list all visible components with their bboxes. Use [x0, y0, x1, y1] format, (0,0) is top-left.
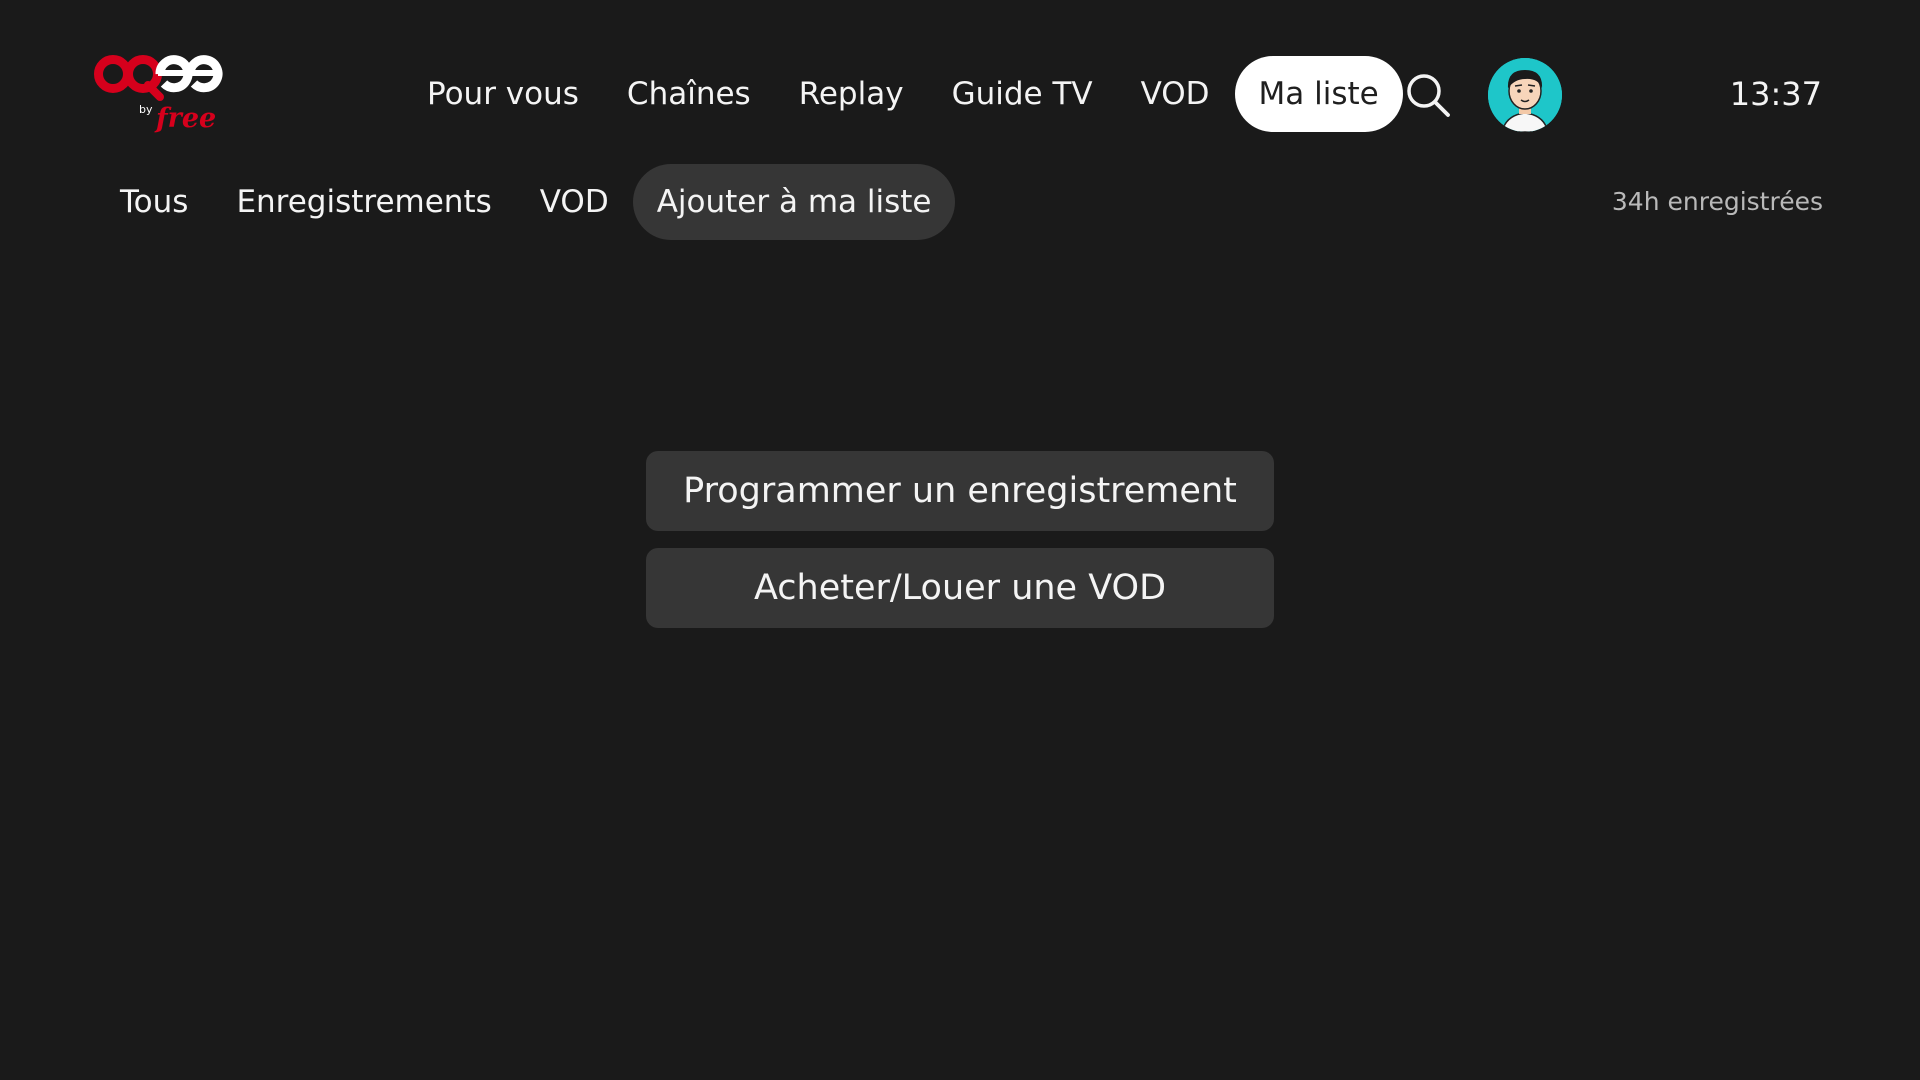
nav-item-chaines[interactable]: Chaînes [603, 56, 775, 132]
nav-item-guide-tv[interactable]: Guide TV [928, 56, 1117, 132]
nav-item-ma-liste[interactable]: Ma liste [1234, 56, 1403, 132]
page: by free Pour vous Chaînes Replay Guide T… [0, 0, 1920, 1080]
sub-tabs: Tous Enregistrements VOD Ajouter à ma li… [96, 164, 956, 240]
tab-enregistrements[interactable]: Enregistrements [212, 164, 515, 240]
buy-rent-vod-button[interactable]: Acheter/Louer une VOD [646, 548, 1274, 628]
main-navigation: Pour vous Chaînes Replay Guide TV VOD Ma… [403, 56, 1403, 132]
search-icon[interactable] [1403, 70, 1453, 120]
program-recording-button[interactable]: Programmer un enregistrement [646, 451, 1274, 531]
logo-free-text: free [154, 103, 216, 134]
nav-item-replay[interactable]: Replay [775, 56, 928, 132]
user-avatar[interactable] [1488, 58, 1562, 132]
tab-ajouter-a-ma-liste[interactable]: Ajouter à ma liste [632, 164, 956, 240]
oqee-logo: by free [94, 55, 223, 134]
logo-by-text: by [139, 103, 153, 116]
nav-item-vod[interactable]: VOD [1117, 56, 1234, 132]
user-avatar-icon [1488, 58, 1562, 132]
tab-tous[interactable]: Tous [96, 164, 212, 240]
action-list: Programmer un enregistrement Acheter/Lou… [646, 451, 1274, 645]
recording-storage-info: 34h enregistrées [1611, 187, 1823, 216]
nav-item-pour-vous[interactable]: Pour vous [403, 56, 603, 132]
clock: 13:37 [1729, 75, 1822, 113]
tab-vod[interactable]: VOD [516, 164, 633, 240]
